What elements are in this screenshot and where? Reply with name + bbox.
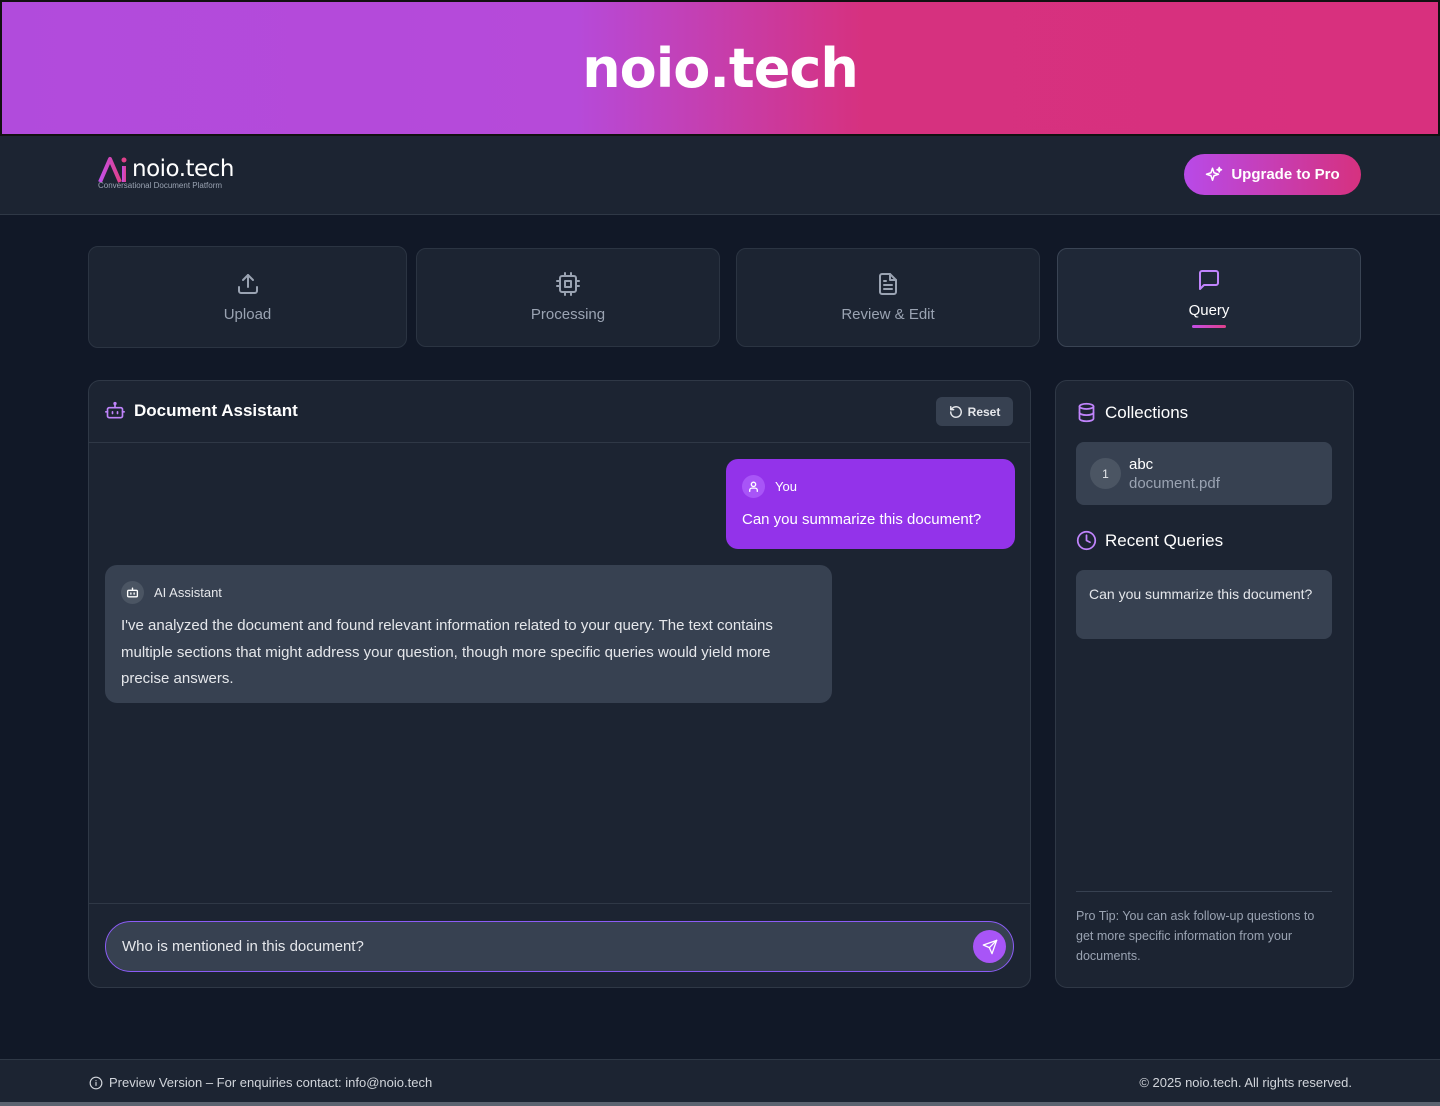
banner-title: noio.tech xyxy=(582,36,859,100)
tab-review-edit[interactable]: Review & Edit xyxy=(736,248,1040,347)
message-author-name: AI Assistant xyxy=(154,585,222,600)
top-banner: noio.tech xyxy=(0,0,1440,136)
logo-text: noio.tech xyxy=(132,156,234,182)
footer-preview-notice: Preview Version – For enquiries contact:… xyxy=(89,1075,432,1090)
message-author-name: You xyxy=(775,479,797,494)
collection-number: 1 xyxy=(1090,458,1121,489)
tab-processing[interactable]: Processing xyxy=(416,248,720,347)
document-icon xyxy=(879,273,897,295)
recent-queries-title: Recent Queries xyxy=(1105,530,1224,550)
tab-upload-label: Upload xyxy=(223,305,272,323)
logo-mark-icon xyxy=(98,157,127,183)
recent-queries-heading: Recent Queries xyxy=(1076,530,1223,551)
tab-review-edit-label: Review & Edit xyxy=(841,306,935,323)
chat-input-area xyxy=(89,903,1030,987)
message-author: AI Assistant xyxy=(121,581,816,604)
collections-title: Collections xyxy=(1105,402,1189,422)
tab-query-label: Query xyxy=(1188,301,1230,319)
tab-upload[interactable]: Upload xyxy=(88,246,407,348)
chat-input[interactable] xyxy=(105,921,1014,972)
chat-title-text: Document Assistant xyxy=(134,401,298,420)
chat-header: Document Assistant Reset xyxy=(89,381,1030,443)
bot-icon xyxy=(126,587,139,598)
divider xyxy=(1076,891,1332,892)
sparkles-icon xyxy=(1206,166,1223,181)
upgrade-label: Upgrade to Pro xyxy=(1231,166,1340,183)
message-text: Can you summarize this document? xyxy=(742,511,982,528)
chat-bubble-icon xyxy=(1199,269,1219,290)
message-text: I've analyzed the document and found rel… xyxy=(121,617,773,687)
clock-icon xyxy=(1076,530,1097,551)
footer-left-text: Preview Version – For enquiries contact:… xyxy=(109,1075,433,1090)
message-author: You xyxy=(742,475,999,498)
tab-query[interactable]: Query xyxy=(1057,248,1361,347)
footer: Preview Version – For enquiries contact:… xyxy=(0,1059,1440,1106)
reset-icon xyxy=(949,405,962,418)
upload-icon xyxy=(237,273,258,294)
recent-query-item[interactable]: Can you summarize this document? xyxy=(1076,570,1332,639)
bot-icon xyxy=(105,401,125,419)
database-icon xyxy=(1078,402,1095,423)
assistant-message: AI Assistant I've analyzed the document … xyxy=(105,565,832,703)
cpu-icon xyxy=(556,272,580,296)
document-assistant-panel: Document Assistant Reset You Can you sum… xyxy=(88,380,1031,988)
info-icon xyxy=(89,1076,103,1089)
send-icon xyxy=(982,939,997,954)
reset-button[interactable]: Reset xyxy=(936,397,1013,426)
send-button[interactable] xyxy=(973,930,1006,963)
user-icon xyxy=(749,481,758,493)
collections-heading: Collections xyxy=(1076,402,1188,423)
assistant-avatar xyxy=(121,581,144,604)
tab-processing-label: Processing xyxy=(530,306,606,323)
reset-label: Reset xyxy=(967,404,1001,419)
active-tab-indicator xyxy=(1192,324,1226,328)
user-avatar xyxy=(742,475,765,498)
collection-item[interactable]: 1 abc document.pdf xyxy=(1076,442,1332,505)
chat-title: Document Assistant xyxy=(105,401,298,421)
app-header: noio.tech Conversational Document Platfo… xyxy=(0,136,1440,215)
upgrade-to-pro-button[interactable]: Upgrade to Pro xyxy=(1184,154,1361,195)
logo-subtitle: Conversational Document Platform xyxy=(98,181,223,190)
pro-tip: Pro Tip: You can ask follow-up questions… xyxy=(1076,909,1315,963)
sidebar-panel: Collections 1 abc document.pdf Recent Qu… xyxy=(1055,380,1354,988)
footer-copyright: © 2025 noio.tech. All rights reserved. xyxy=(1139,1075,1352,1090)
user-message: You Can you summarize this document? xyxy=(726,459,1015,549)
collection-file: document.pdf xyxy=(1129,475,1220,492)
collection-name: abc xyxy=(1129,456,1154,473)
